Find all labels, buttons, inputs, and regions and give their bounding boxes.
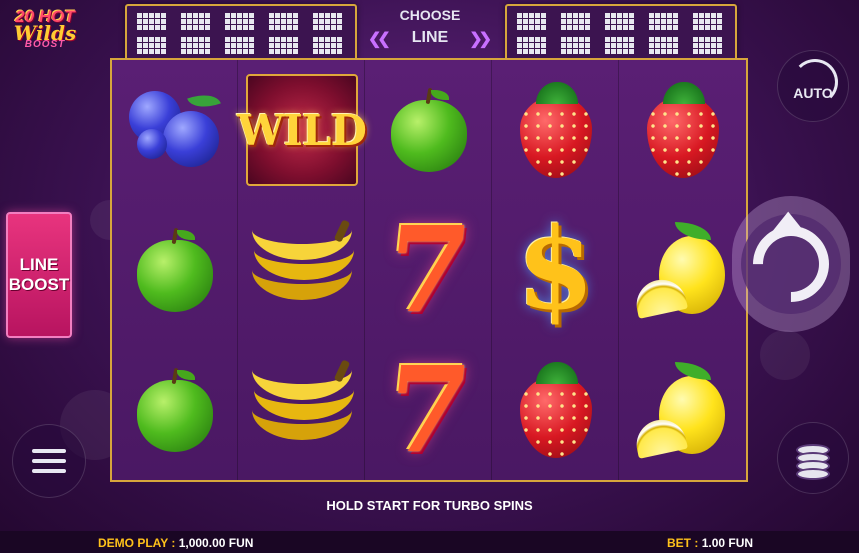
payline-pattern — [137, 36, 167, 54]
symbol-lemon — [620, 200, 745, 340]
spin-button-inner — [737, 210, 845, 318]
banana-icon — [251, 219, 354, 320]
payline-pattern — [181, 12, 211, 30]
payline-pattern — [561, 12, 591, 30]
apple-icon — [387, 87, 471, 172]
strawberry-icon — [641, 82, 725, 178]
strawberry-icon — [514, 82, 598, 178]
seven-icon: 7 — [380, 340, 477, 479]
status-bar: DEMO PLAY : 1,000.00 FUN BET : 1.00 FUN — [0, 531, 859, 553]
paylines-panel-left — [125, 4, 357, 64]
payline-pattern — [693, 36, 723, 54]
background-bokeh — [760, 330, 810, 380]
reel-1 — [112, 60, 238, 480]
paylines-panel-right — [505, 4, 737, 64]
line-boost-label-2: BOOST — [8, 275, 70, 294]
prev-line-chevron-icon[interactable]: ❮❮ — [368, 29, 391, 49]
bet-settings-button[interactable] — [777, 422, 849, 494]
next-line-chevron-icon[interactable]: ❯❯ — [469, 29, 492, 49]
menu-icon — [32, 443, 66, 479]
payline-pattern — [269, 36, 299, 54]
bet-display: BET : 1.00 FUN — [667, 536, 753, 550]
reel-5 — [620, 60, 745, 480]
payline-pattern — [605, 36, 635, 54]
symbol-apple — [366, 60, 491, 200]
choose-line-title: CHOOSE — [399, 7, 461, 23]
dollar-icon: $ — [516, 204, 595, 335]
payline-pattern — [517, 12, 547, 30]
turbo-hint: HOLD START FOR TURBO SPINS — [326, 498, 533, 513]
symbol-wild: WILD — [237, 60, 367, 200]
symbol-strawberry — [493, 60, 618, 200]
blueberry-icon — [125, 85, 225, 175]
payline-pattern — [561, 36, 591, 54]
symbol-banana — [239, 200, 364, 340]
payline-pattern — [225, 12, 255, 30]
reel-grid: WILD 7 7 $ — [110, 58, 748, 482]
symbol-apple — [112, 200, 237, 340]
apple-icon — [133, 227, 217, 312]
payline-pattern — [517, 36, 547, 54]
wild-icon: WILD — [237, 74, 367, 186]
symbol-lemon — [620, 340, 745, 480]
apple-icon — [133, 367, 217, 452]
banana-icon — [251, 359, 354, 460]
payline-pattern — [649, 12, 679, 30]
symbol-seven: 7 — [366, 200, 491, 340]
spin-arrow-icon — [737, 210, 845, 318]
lemon-icon — [631, 222, 731, 319]
seven-icon: 7 — [380, 200, 477, 339]
choose-line-selector[interactable]: CHOOSE LINE ❮❮ ❯❯ — [360, 4, 500, 58]
reel-4: $ — [493, 60, 619, 480]
line-boost-label-1: LINE — [19, 255, 59, 275]
auto-arrow-icon — [792, 59, 838, 105]
symbol-banana — [239, 340, 364, 480]
payline-pattern — [181, 36, 211, 54]
payline-pattern — [313, 12, 343, 30]
symbol-apple — [112, 340, 237, 480]
payline-pattern — [313, 36, 343, 54]
payline-pattern — [693, 12, 723, 30]
bet-value: 1.00 FUN — [701, 536, 754, 550]
payline-pattern — [225, 36, 255, 54]
line-boost-button[interactable]: LINE BOOST — [6, 212, 72, 338]
symbol-blueberry — [112, 60, 237, 200]
symbol-dollar: $ — [493, 200, 618, 340]
menu-button[interactable] — [12, 424, 86, 498]
wild-label: WILD — [237, 105, 367, 155]
symbol-seven: 7 — [366, 340, 491, 480]
symbol-strawberry — [493, 340, 618, 480]
coins-icon — [796, 440, 830, 480]
reel-3: 7 7 — [366, 60, 492, 480]
demo-play-label: DEMO PLAY : — [98, 536, 176, 550]
autoplay-button[interactable]: AUTO — [777, 50, 849, 122]
demo-balance: DEMO PLAY : 1,000.00 FUN — [98, 536, 253, 550]
payline-pattern — [605, 12, 635, 30]
lemon-icon — [631, 362, 731, 459]
bet-label: BET : — [667, 536, 699, 550]
reel-2: WILD — [237, 60, 367, 480]
payline-pattern — [269, 12, 299, 30]
strawberry-icon — [514, 362, 598, 458]
symbol-strawberry — [620, 60, 745, 200]
demo-balance-value: 1,000.00 FUN — [178, 536, 254, 550]
payline-pattern — [649, 36, 679, 54]
spin-button[interactable] — [732, 196, 850, 332]
game-logo: 20 HOT Wilds BOOST — [6, 8, 84, 50]
payline-pattern — [137, 12, 167, 30]
